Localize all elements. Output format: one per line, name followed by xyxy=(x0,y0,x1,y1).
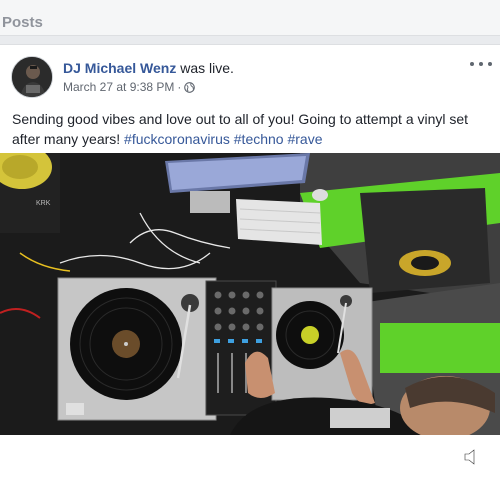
hashtag-techno[interactable]: #techno xyxy=(234,131,284,147)
hashtag-rave[interactable]: #rave xyxy=(287,131,322,147)
section-title: Posts xyxy=(2,14,43,31)
avatar[interactable] xyxy=(11,56,53,98)
author-name[interactable]: DJ Michael Wenz xyxy=(63,60,176,76)
post-text: Sending good vibes and love out to all o… xyxy=(12,109,490,149)
post-meta: March 27 at 9:38 PM · xyxy=(63,80,196,94)
live-video[interactable]: KRK xyxy=(0,153,500,435)
section-header: Posts xyxy=(0,0,500,36)
hashtag-fuckcoronavirus[interactable]: #fuckcoronavirus xyxy=(124,131,230,147)
speaker-brand-label: KRK xyxy=(36,200,51,207)
volume-icon[interactable] xyxy=(462,446,484,468)
author-line: DJ Michael Wenz was live. xyxy=(63,60,234,76)
post-text-line-1: Sending good vibes and love out to all o… xyxy=(12,111,469,127)
post-card: DJ Michael Wenz was live. March 27 at 9:… xyxy=(0,44,500,500)
globe-icon[interactable] xyxy=(184,81,196,93)
meta-separator: · xyxy=(177,80,182,94)
post-timestamp[interactable]: March 27 at 9:38 PM xyxy=(63,80,174,94)
author-action: was live. xyxy=(180,60,234,76)
post-text-line-2: after many years! #fuckcoronavirus #tech… xyxy=(12,129,490,149)
post-text-plain: after many years! xyxy=(12,131,125,147)
more-dots-icon[interactable] xyxy=(470,58,492,70)
